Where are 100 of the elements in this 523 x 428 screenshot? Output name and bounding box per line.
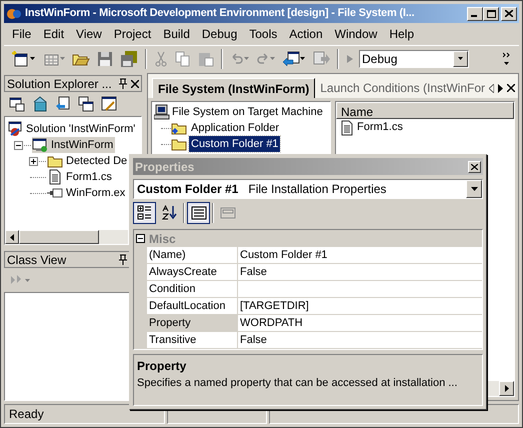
close-icon (505, 10, 513, 17)
property-value[interactable]: WORDPATH (238, 315, 482, 331)
menu-item[interactable]: Debug (196, 25, 244, 43)
menu-item[interactable]: Help (383, 25, 420, 43)
close-icon[interactable] (507, 84, 515, 92)
window-icon (220, 205, 236, 221)
configuration-dropdown[interactable]: Debug (359, 50, 469, 68)
property-value[interactable]: False (238, 264, 482, 280)
tree-item[interactable]: Form1.cs (47, 168, 114, 186)
left-arrow-icon (10, 234, 14, 240)
redo-icon (256, 52, 270, 64)
copy-icon (175, 50, 191, 66)
caret-icon (270, 57, 275, 60)
maximize-button[interactable] (483, 6, 499, 20)
category-label: Misc (149, 230, 176, 248)
document-icon (47, 169, 63, 185)
close-icon[interactable] (131, 80, 139, 88)
document-icon (339, 120, 355, 136)
toolbar-button[interactable] (100, 95, 118, 113)
minimize-button[interactable] (467, 6, 483, 20)
computer-icon (154, 104, 170, 120)
menu-item[interactable]: Build (157, 25, 196, 43)
tree-item[interactable]: InstWinForm (32, 136, 116, 154)
caret-icon (458, 57, 463, 60)
close-icon (471, 164, 478, 170)
scissors-icon (154, 50, 168, 66)
close-button[interactable] (501, 6, 517, 20)
list-icon (190, 205, 206, 221)
new-window-icon (12, 50, 30, 66)
tree-item[interactable]: Solution 'InstWinForm' (7, 120, 138, 138)
property-name[interactable]: Transitive (147, 332, 238, 348)
undo-icon (230, 52, 244, 64)
chevron-icon (503, 52, 511, 66)
object-name: Custom Folder #1 (136, 181, 240, 198)
horizontal-scrollbar[interactable] (5, 230, 128, 244)
toolbar-button[interactable] (133, 202, 156, 224)
caret-icon (25, 278, 30, 282)
tree-item[interactable]: File System on Target Machine (152, 104, 323, 120)
close-button[interactable] (468, 160, 481, 172)
property-name[interactable]: (Name) (147, 247, 238, 263)
collapse-icon[interactable] (14, 140, 23, 150)
play-icon (346, 54, 354, 64)
floppy-icon (97, 50, 113, 66)
tree-item[interactable]: Application Folder (189, 120, 282, 136)
left-arrow-icon[interactable] (489, 84, 494, 92)
property-name[interactable]: DefaultLocation (147, 298, 238, 314)
menu-item[interactable]: Window (328, 25, 384, 43)
pane-title: Class View (7, 252, 68, 268)
maximize-icon (486, 10, 496, 18)
column-header[interactable]: Name (336, 102, 514, 119)
toolbar-button[interactable] (77, 95, 95, 113)
tree-item[interactable]: WinForm.ex (47, 184, 128, 202)
windows-icon (78, 96, 94, 112)
menu-item[interactable]: Tools (243, 25, 284, 43)
caret-icon (470, 187, 478, 191)
list-item[interactable]: Form1.cs (336, 119, 514, 136)
property-name[interactable]: AlwaysCreate (147, 264, 238, 280)
document-tab[interactable]: Launch Conditions (InstWinFor (315, 78, 486, 98)
floppies-icon (120, 50, 138, 66)
menu-item[interactable]: Action (283, 25, 329, 43)
menu-item[interactable]: View (70, 25, 108, 43)
solution-icon (7, 121, 23, 137)
menu-item[interactable]: File (6, 25, 38, 43)
toolbar-button[interactable] (187, 202, 210, 224)
navigate-button[interactable] (280, 48, 307, 68)
caret-icon (300, 57, 305, 60)
property-value[interactable]: Custom Folder #1 (238, 247, 482, 263)
window-title: Properties (135, 158, 196, 176)
menu-item[interactable]: Edit (37, 25, 70, 43)
description-title: Property (137, 358, 188, 375)
properties-icon (9, 96, 25, 112)
right-arrow-icon[interactable] (498, 84, 503, 92)
property-value[interactable]: [TARGETDIR] (238, 298, 482, 314)
save-all-button[interactable] (118, 48, 140, 68)
pin-icon[interactable] (119, 78, 127, 89)
property-name[interactable]: Property (147, 315, 238, 331)
designer-icon (101, 96, 117, 112)
object-dropdown[interactable]: Custom Folder #1 File Installation Properties (133, 179, 483, 199)
pane-title: Solution Explorer ... (7, 76, 113, 92)
tree-item[interactable]: Detected De (47, 152, 130, 170)
menu-item[interactable]: Project (108, 25, 158, 43)
toolbar-button[interactable] (8, 95, 26, 113)
caret-icon (30, 57, 35, 60)
window-arrow-icon (55, 96, 71, 112)
window-arrow-icon (312, 50, 330, 66)
right-arrow-icon (504, 385, 508, 392)
horizontal-scrollbar[interactable] (488, 381, 514, 396)
caret-icon (60, 57, 65, 60)
document-tab[interactable]: File System (InstWinForm) (152, 78, 316, 98)
property-value[interactable]: False (238, 332, 482, 348)
collapse-icon[interactable] (136, 234, 145, 243)
configuration-value: Debug (361, 50, 398, 68)
expand-icon[interactable] (29, 156, 38, 166)
refresh-icon (32, 96, 48, 112)
new-project-button[interactable] (10, 48, 37, 68)
caret-icon (244, 57, 249, 60)
categorized-icon (136, 205, 152, 221)
sort-icon (162, 205, 178, 221)
pin-icon[interactable] (119, 254, 127, 265)
tree-item[interactable]: Custom Folder #1 (189, 136, 280, 152)
